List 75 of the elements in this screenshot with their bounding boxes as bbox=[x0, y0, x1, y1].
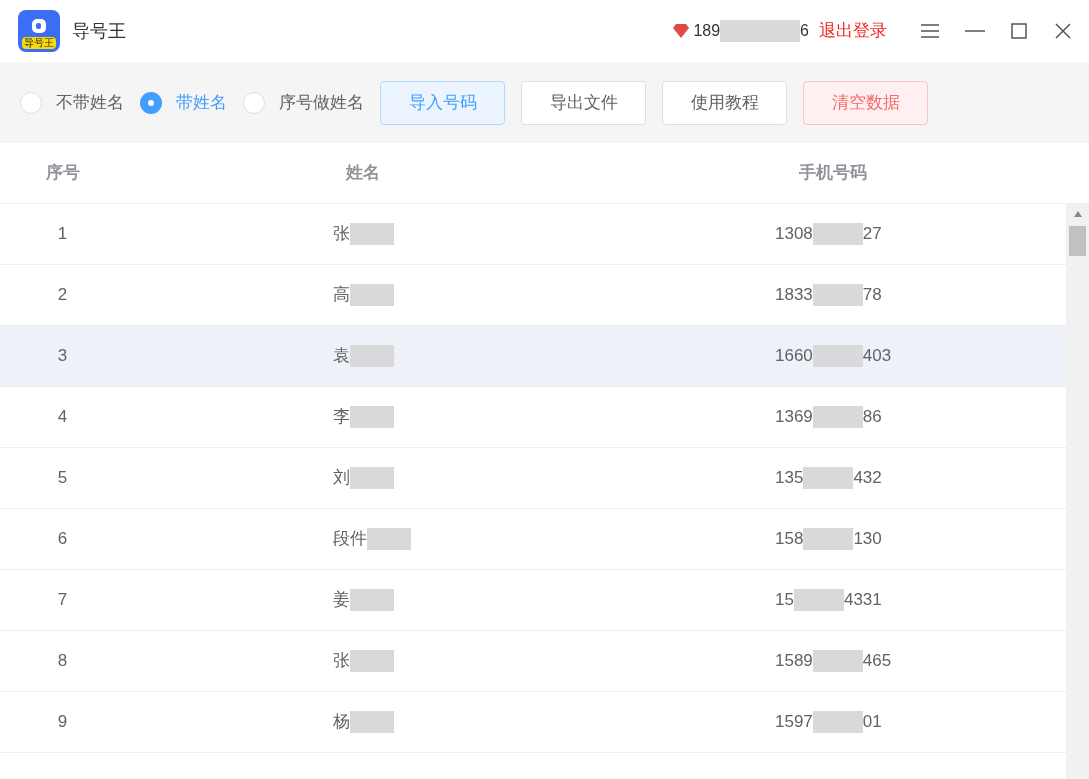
blur-patch bbox=[350, 223, 394, 245]
phone-text-end: 4331 bbox=[843, 589, 882, 612]
mode-radio[interactable]: 不带姓名 bbox=[20, 89, 124, 116]
phone-text-end: 86 bbox=[862, 406, 882, 429]
name-text: 李 bbox=[333, 406, 350, 429]
blur-patch bbox=[812, 406, 863, 428]
blur-patch bbox=[812, 223, 863, 245]
maximize-icon[interactable] bbox=[1011, 23, 1027, 39]
blur-patch bbox=[803, 467, 854, 489]
column-header: 手机号码 bbox=[798, 162, 868, 185]
blur-patch bbox=[812, 711, 863, 733]
row-number: 2 bbox=[56, 284, 69, 307]
blur-patch bbox=[350, 711, 394, 733]
name-text: 袁 bbox=[333, 345, 350, 368]
row-number: 5 bbox=[56, 467, 69, 490]
phone-text: 15 bbox=[775, 589, 794, 612]
phone-text-end: 465 bbox=[862, 650, 892, 673]
phone-text-end: 403 bbox=[862, 345, 892, 368]
name-text: 刘 bbox=[333, 467, 350, 490]
row-number: 1 bbox=[56, 223, 69, 246]
scroll-thumb[interactable] bbox=[1069, 226, 1086, 256]
row-number: 7 bbox=[56, 589, 69, 612]
gem-icon bbox=[673, 24, 690, 38]
window-title: 导号王 bbox=[72, 19, 126, 43]
phone-text: 1308 bbox=[775, 223, 813, 246]
account-number-end: 6 bbox=[800, 21, 809, 41]
blur-patch bbox=[812, 345, 863, 367]
row-number: 3 bbox=[56, 345, 69, 368]
menu-icon[interactable] bbox=[921, 24, 939, 38]
logo-mark-icon bbox=[31, 18, 47, 34]
phone-text: 135 bbox=[775, 467, 804, 490]
phone-text: 1833 bbox=[775, 284, 813, 307]
close-icon[interactable] bbox=[1055, 23, 1071, 39]
phone-text: 1597 bbox=[775, 711, 813, 734]
phone-text: 1589 bbox=[775, 650, 813, 673]
column-header: 序号 bbox=[44, 162, 81, 185]
blur-patch bbox=[350, 589, 394, 611]
phone-text-end: 27 bbox=[862, 223, 882, 246]
table-row[interactable]: 3 袁 1660 403 bbox=[0, 326, 1066, 387]
row-number: 4 bbox=[56, 406, 69, 429]
name-text: 张 bbox=[333, 650, 350, 673]
name-text: 姜 bbox=[333, 589, 350, 612]
row-number: 8 bbox=[56, 650, 69, 673]
scrollbar[interactable] bbox=[1066, 204, 1089, 779]
blur-patch bbox=[803, 528, 854, 550]
blur-patch bbox=[350, 406, 394, 428]
blur-patch bbox=[350, 345, 394, 367]
phone-text-end: 01 bbox=[862, 711, 882, 734]
account-number: 189 bbox=[693, 21, 721, 41]
column-header: 姓名 bbox=[344, 162, 381, 185]
phone-text: 1369 bbox=[775, 406, 813, 429]
name-text: 杨 bbox=[333, 711, 350, 734]
blur-patch bbox=[350, 467, 394, 489]
name-text: 高 bbox=[333, 284, 350, 307]
blur-patch bbox=[350, 650, 394, 672]
name-text: 张 bbox=[333, 223, 350, 246]
phone-text-end: 432 bbox=[853, 467, 882, 490]
blur-patch bbox=[812, 284, 863, 306]
mode-radio[interactable]: 序号做姓名 bbox=[243, 89, 364, 116]
blur-patch bbox=[367, 528, 411, 550]
phone-text-end: 78 bbox=[862, 284, 882, 307]
row-number: 9 bbox=[56, 711, 69, 734]
blur-patch bbox=[350, 284, 394, 306]
toolbar-button[interactable]: 导出文件 bbox=[521, 80, 646, 125]
logo-text: 导号王 bbox=[22, 37, 56, 49]
phone-text: 158 bbox=[775, 528, 804, 551]
name-text: 段件 bbox=[333, 528, 367, 551]
phone-text: 1660 bbox=[775, 345, 813, 368]
toolbar-button[interactable]: 使用教程 bbox=[662, 80, 787, 125]
logout-link[interactable]: 退出登录 bbox=[819, 18, 887, 44]
blur-patch bbox=[812, 650, 863, 672]
phone-text-end: 130 bbox=[853, 528, 882, 551]
row-number: 6 bbox=[56, 528, 69, 551]
scroll-up-icon[interactable] bbox=[1072, 210, 1083, 218]
blur-patch bbox=[793, 589, 844, 611]
